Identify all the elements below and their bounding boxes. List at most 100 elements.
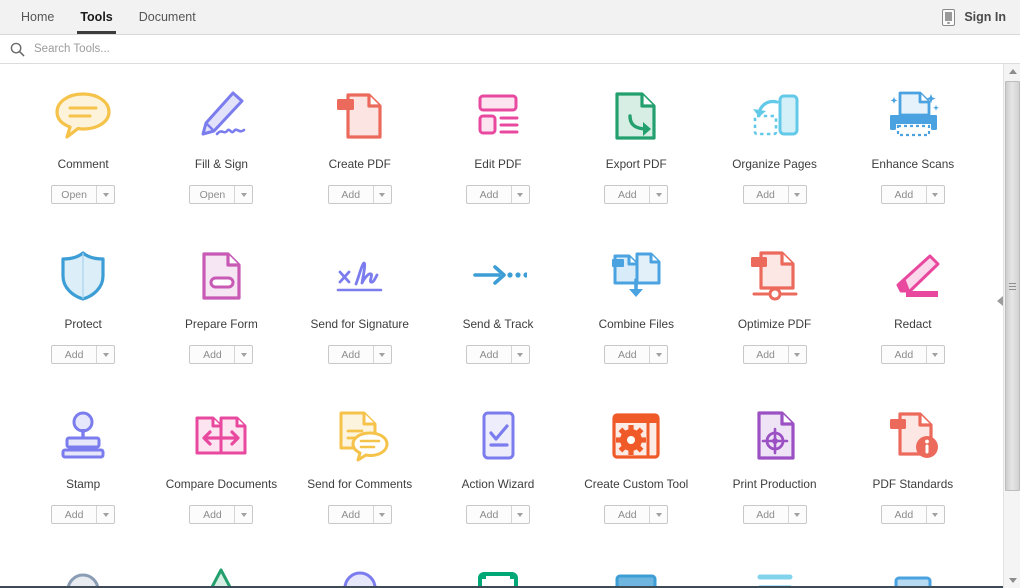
tool-card[interactable]: PDF StandardsAdd <box>844 384 982 544</box>
tool-action-button[interactable]: Add <box>52 346 96 363</box>
tool-card[interactable]: Create Custom ToolAdd <box>567 384 705 544</box>
tool-card[interactable]: Send for SignatureAdd <box>291 224 429 384</box>
sign-in-button[interactable]: Sign In <box>964 10 1006 24</box>
tool-action-button[interactable]: Add <box>329 346 373 363</box>
registration-target-icon[interactable] <box>743 408 807 464</box>
tool-action-split-button[interactable]: Add <box>881 185 945 204</box>
tool-card-partial[interactable] <box>567 564 705 588</box>
tool-action-dropdown-button[interactable] <box>788 186 806 203</box>
tool-action-button[interactable]: Add <box>190 506 234 523</box>
tool-action-dropdown-button[interactable] <box>234 186 252 203</box>
combine-files-icon[interactable] <box>604 248 668 304</box>
tool-card[interactable]: Send for CommentsAdd <box>291 384 429 544</box>
scrollbar-thumb[interactable] <box>1005 81 1020 491</box>
tool-card[interactable]: Prepare FormAdd <box>152 224 290 384</box>
tool-card-partial[interactable] <box>705 564 843 588</box>
tool-card[interactable]: Compare DocumentsAdd <box>152 384 290 544</box>
scroll-down-button[interactable] <box>1004 573 1020 588</box>
tool-action-button[interactable]: Add <box>329 186 373 203</box>
compare-documents-icon[interactable] <box>189 408 253 464</box>
tool-action-button[interactable]: Add <box>605 346 649 363</box>
tool-action-split-button[interactable]: Add <box>466 505 530 524</box>
tool-action-split-button[interactable]: Add <box>51 505 115 524</box>
tool-action-split-button[interactable]: Add <box>328 345 392 364</box>
tool-card[interactable]: ProtectAdd <box>14 224 152 384</box>
scanner-sparkle-icon[interactable] <box>881 88 945 144</box>
tool-action-dropdown-button[interactable] <box>649 346 667 363</box>
gear-window-icon[interactable] <box>604 408 668 464</box>
tool-card[interactable]: Export PDFAdd <box>567 64 705 224</box>
tab-document[interactable]: Document <box>126 0 209 34</box>
more-tools-icon[interactable] <box>884 564 942 588</box>
tab-tools[interactable]: Tools <box>67 0 125 34</box>
certificate-seal-icon[interactable] <box>54 564 112 588</box>
vertical-scrollbar[interactable] <box>1003 64 1020 588</box>
tool-action-split-button[interactable]: Open <box>189 185 253 204</box>
tool-action-dropdown-button[interactable] <box>96 346 114 363</box>
tool-action-button[interactable]: Add <box>605 506 649 523</box>
search-input[interactable] <box>34 43 334 55</box>
tool-action-dropdown-button[interactable] <box>373 186 391 203</box>
tool-card[interactable]: Fill & SignOpen <box>152 64 290 224</box>
tool-action-dropdown-button[interactable] <box>96 186 114 203</box>
optimize-pdf-slider-icon[interactable] <box>743 248 807 304</box>
tool-action-dropdown-button[interactable] <box>788 346 806 363</box>
tool-card[interactable]: Send & TrackAdd <box>429 224 567 384</box>
marker-highlighter-icon[interactable] <box>881 248 945 304</box>
tool-card-partial[interactable] <box>844 564 982 588</box>
rich-media-icon[interactable] <box>469 564 527 588</box>
tool-action-split-button[interactable]: Add <box>51 345 115 364</box>
tab-home[interactable]: Home <box>8 0 67 34</box>
tool-card[interactable]: Edit PDFAdd <box>429 64 567 224</box>
tool-action-dropdown-button[interactable] <box>649 506 667 523</box>
tool-action-dropdown-button[interactable] <box>373 506 391 523</box>
tool-action-split-button[interactable]: Add <box>189 505 253 524</box>
tool-action-split-button[interactable]: Add <box>189 345 253 364</box>
tool-card-partial[interactable] <box>291 564 429 588</box>
tool-action-dropdown-button[interactable] <box>926 346 944 363</box>
signature-line-icon[interactable] <box>328 248 392 304</box>
tool-action-button[interactable]: Add <box>744 186 788 203</box>
tool-action-split-button[interactable]: Add <box>604 345 668 364</box>
organize-pages-rotate-icon[interactable] <box>743 88 807 144</box>
collapse-panel-arrow-icon[interactable] <box>997 296 1003 306</box>
tool-card[interactable]: Action WizardAdd <box>429 384 567 544</box>
shield-icon[interactable] <box>51 248 115 304</box>
export-pdf-arrow-icon[interactable] <box>604 88 668 144</box>
index-icon[interactable] <box>746 564 804 588</box>
tool-action-dropdown-button[interactable] <box>96 506 114 523</box>
create-pdf-document-icon[interactable] <box>328 88 392 144</box>
tool-action-button[interactable]: Open <box>52 186 96 203</box>
tool-action-dropdown-button[interactable] <box>649 186 667 203</box>
tool-action-split-button[interactable]: Add <box>328 505 392 524</box>
measure-tool-icon[interactable] <box>192 564 250 588</box>
tool-card[interactable]: StampAdd <box>14 384 152 544</box>
tool-card[interactable]: Create PDFAdd <box>291 64 429 224</box>
tool-action-button[interactable]: Add <box>467 506 511 523</box>
tool-action-split-button[interactable]: Add <box>743 185 807 204</box>
form-document-icon[interactable] <box>189 248 253 304</box>
tool-card[interactable]: Optimize PDFAdd <box>705 224 843 384</box>
pen-signature-icon[interactable] <box>189 88 253 144</box>
rubber-stamp-icon[interactable] <box>51 408 115 464</box>
tool-action-button[interactable]: Add <box>52 506 96 523</box>
checkmark-document-icon[interactable] <box>466 408 530 464</box>
document-comment-icon[interactable] <box>328 408 392 464</box>
tool-card[interactable]: Combine FilesAdd <box>567 224 705 384</box>
tool-card-partial[interactable] <box>14 564 152 588</box>
tool-action-dropdown-button[interactable] <box>234 346 252 363</box>
tool-action-button[interactable]: Add <box>744 506 788 523</box>
tool-action-split-button[interactable]: Add <box>466 345 530 364</box>
javascript-icon[interactable] <box>607 564 665 588</box>
tool-action-button[interactable]: Add <box>329 506 373 523</box>
mobile-device-icon[interactable] <box>942 9 955 26</box>
tool-action-button[interactable]: Add <box>467 346 511 363</box>
edit-pdf-layout-icon[interactable] <box>466 88 530 144</box>
tool-action-split-button[interactable]: Open <box>51 185 115 204</box>
tool-action-dropdown-button[interactable] <box>511 506 529 523</box>
arrow-dots-icon[interactable] <box>466 248 530 304</box>
tool-card[interactable]: RedactAdd <box>844 224 982 384</box>
tool-card[interactable]: CommentOpen <box>14 64 152 224</box>
tool-action-split-button[interactable]: Add <box>881 345 945 364</box>
tool-card-partial[interactable] <box>152 564 290 588</box>
